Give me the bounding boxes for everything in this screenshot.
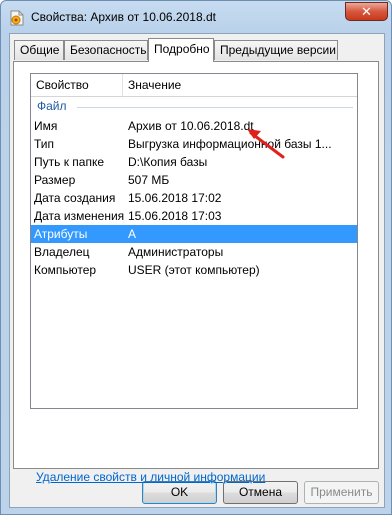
list-item[interactable]: Компьютер USER (этот компьютер)	[31, 261, 357, 279]
list-item[interactable]: Размер 507 МБ	[31, 171, 357, 189]
properties-list[interactable]: Свойство Значение Файл Имя Архив от 10.0…	[30, 73, 358, 409]
property-value: A	[128, 227, 137, 241]
tab-details[interactable]: Подробно	[148, 38, 214, 62]
list-item-selected[interactable]: Атрибуты A	[31, 225, 357, 243]
remove-properties-link[interactable]: Удаление свойств и личной информации	[36, 470, 265, 484]
property-name: Тип	[34, 137, 55, 151]
property-value: Выгрузка информационной базы 1...	[128, 137, 332, 151]
tab-security[interactable]: Безопасность	[64, 40, 148, 60]
list-item[interactable]: Имя Архив от 10.06.2018.dt	[31, 117, 357, 135]
properties-window: Свойства: Архив от 10.06.2018.dt ✕ Общие…	[0, 0, 392, 515]
property-name: Дата создания	[34, 191, 116, 205]
property-value: 507 МБ	[128, 173, 170, 187]
list-item[interactable]: Владелец Администраторы	[31, 243, 357, 261]
property-name: Путь к папке	[34, 155, 105, 169]
property-value: 15.06.2018 17:03	[128, 209, 222, 223]
apply-button[interactable]: Применить	[304, 481, 379, 504]
group-label: Файл	[37, 99, 70, 113]
list-item[interactable]: Тип Выгрузка информационной базы 1...	[31, 135, 357, 153]
tab-previous-versions[interactable]: Предыдущие версии	[214, 40, 338, 60]
ok-button[interactable]: OK	[142, 481, 217, 504]
tab-general[interactable]: Общие	[14, 40, 64, 60]
property-value: Администраторы	[128, 245, 224, 259]
list-item[interactable]: Дата создания 15.06.2018 17:02	[31, 189, 357, 207]
property-value: 15.06.2018 17:02	[128, 191, 222, 205]
close-button[interactable]: ✕	[345, 2, 388, 21]
property-name: Атрибуты	[34, 227, 88, 241]
archive-file-icon	[9, 10, 25, 26]
property-name: Имя	[34, 119, 58, 133]
list-item[interactable]: Путь к папке D:\Копия базы	[31, 153, 357, 171]
window-title: Свойства: Архив от 10.06.2018.dt	[31, 10, 216, 24]
group-header-file: Файл	[37, 98, 353, 114]
column-header: Свойство Значение	[31, 74, 357, 97]
dialog-client: Общие Безопасность Подробно Предыдущие в…	[9, 33, 385, 508]
property-value: D:\Копия базы	[128, 155, 208, 169]
property-name: Компьютер	[34, 263, 97, 277]
column-header-value[interactable]: Значение	[123, 74, 357, 96]
annotation-arrow-icon	[247, 129, 285, 159]
property-name: Владелец	[34, 245, 90, 259]
group-divider	[77, 107, 353, 108]
list-item[interactable]: Дата изменения 15.06.2018 17:03	[31, 207, 357, 225]
property-name: Дата изменения	[34, 209, 125, 223]
property-value: USER (этот компьютер)	[128, 263, 260, 277]
close-icon: ✕	[361, 4, 372, 19]
title-bar[interactable]: Свойства: Архив от 10.06.2018.dt ✕	[1, 1, 391, 33]
property-name: Размер	[34, 173, 76, 187]
details-panel: Свойство Значение Файл Имя Архив от 10.0…	[13, 61, 379, 484]
cancel-button[interactable]: Отмена	[223, 481, 298, 504]
column-header-property[interactable]: Свойство	[31, 74, 123, 96]
property-value: Архив от 10.06.2018.dt	[128, 119, 254, 133]
